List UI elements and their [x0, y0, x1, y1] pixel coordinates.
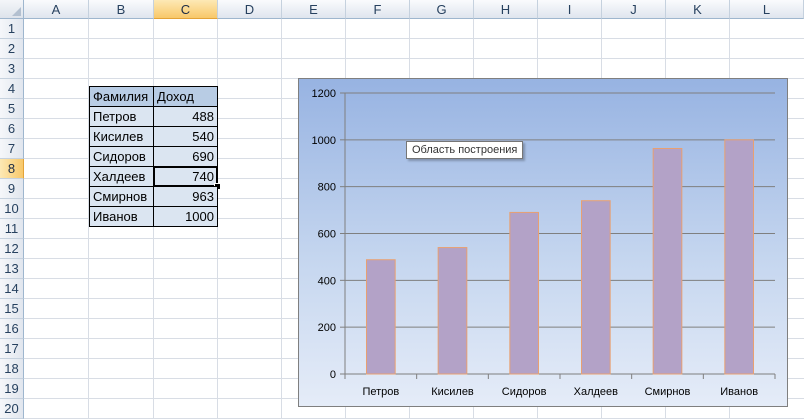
bar-4[interactable] [581, 200, 611, 375]
column-header-f[interactable]: F [346, 0, 410, 19]
bar-6[interactable] [724, 139, 755, 375]
category-label-6: Иванов [720, 386, 758, 398]
value-cell[interactable]: 488 [153, 106, 218, 127]
row-header-17[interactable]: 17 [0, 339, 24, 359]
y-tick-label-1000: 1000 [312, 135, 336, 147]
row-header-9[interactable]: 9 [0, 179, 24, 199]
row-header-6[interactable]: 6 [0, 119, 24, 139]
category-label-1: Петров [362, 386, 399, 398]
value-cell[interactable]: 690 [153, 146, 218, 167]
column-header-c[interactable]: C [154, 0, 218, 19]
y-tick-label-600: 600 [318, 229, 336, 241]
row-header-8[interactable]: 8 [0, 159, 24, 179]
bar-2[interactable] [437, 247, 468, 375]
grid-hline [24, 38, 804, 39]
y-tick-label-1200: 1200 [312, 88, 336, 100]
column-header-e[interactable]: E [282, 0, 346, 19]
y-tick-label-200: 200 [318, 322, 336, 334]
row-header-7[interactable]: 7 [0, 139, 24, 159]
name-cell[interactable]: Петров [89, 106, 154, 127]
column-header-l[interactable]: L [730, 0, 804, 19]
row-header-15[interactable]: 15 [0, 299, 24, 319]
row-header-4[interactable]: 4 [0, 79, 24, 99]
select-all-corner[interactable] [0, 0, 24, 19]
row-header-5[interactable]: 5 [0, 99, 24, 119]
category-label-5: Смирнов [645, 386, 691, 398]
bar-3[interactable] [509, 211, 539, 375]
category-label-3: Сидоров [502, 386, 547, 398]
column-header-a[interactable]: A [24, 0, 89, 19]
column-header-k[interactable]: K [666, 0, 730, 19]
value-cell[interactable]: 1000 [153, 206, 218, 227]
column-header-i[interactable]: I [538, 0, 602, 19]
spreadsheet-grid[interactable]: ABCDEFGHIJKL 1 2 3 4 5 6 7 8 9 10 11 12 13 14 15 16 17 18… [0, 0, 804, 419]
row-header-16[interactable]: 16 [0, 319, 24, 339]
row-header-19[interactable]: 19 [0, 379, 24, 399]
y-tick-label-400: 400 [318, 275, 336, 287]
column-header-b[interactable]: B [89, 0, 154, 19]
row-header-3[interactable]: 3 [0, 59, 24, 79]
bar-1[interactable] [366, 259, 396, 375]
chart-plot-svg[interactable]: 0 200 400 600 800 1000 1200 Петров Кисилев Сидоро… [299, 79, 787, 406]
plot-area-tooltip: Область построения [406, 141, 524, 159]
name-cell[interactable]: Кисилев [89, 126, 154, 147]
row-header-20[interactable]: 20 [0, 399, 24, 419]
grid-vline [281, 19, 282, 419]
name-cell[interactable]: Сидоров [89, 146, 154, 167]
y-tick-label-0: 0 [330, 369, 336, 381]
category-label-4: Халдеев [574, 386, 619, 398]
column-header-g[interactable]: G [410, 0, 474, 19]
name-cell[interactable]: Смирнов [89, 186, 154, 207]
value-cell[interactable]: 540 [153, 126, 218, 147]
category-label-2: Кисилев [431, 386, 474, 398]
column-header-h[interactable]: H [474, 0, 538, 19]
name-cell[interactable]: Халдеев [89, 166, 154, 187]
header-cell-surname[interactable]: Фамилия [89, 86, 154, 107]
row-header-14[interactable]: 14 [0, 279, 24, 299]
name-cell[interactable]: Иванов [89, 206, 154, 227]
column-header-d[interactable]: D [218, 0, 282, 19]
row-header-18[interactable]: 18 [0, 359, 24, 379]
row-header-1[interactable]: 1 [0, 19, 24, 39]
row-header-2[interactable]: 2 [0, 39, 24, 59]
bar-chart[interactable]: 0 200 400 600 800 1000 1200 Петров Кисилев Сидоро… [298, 78, 788, 407]
active-value-cell[interactable]: 740 [153, 166, 218, 187]
header-cell-income[interactable]: Доход [153, 86, 218, 107]
row-header-13[interactable]: 13 [0, 259, 24, 279]
row-header-10[interactable]: 10 [0, 199, 24, 219]
row-header-11[interactable]: 11 [0, 219, 24, 239]
column-header-j[interactable]: J [602, 0, 666, 19]
row-header-12[interactable]: 12 [0, 239, 24, 259]
value-cell[interactable]: 963 [153, 186, 218, 207]
y-tick-label-800: 800 [318, 182, 336, 194]
grid-hline [24, 58, 804, 59]
bar-5[interactable] [652, 147, 683, 375]
